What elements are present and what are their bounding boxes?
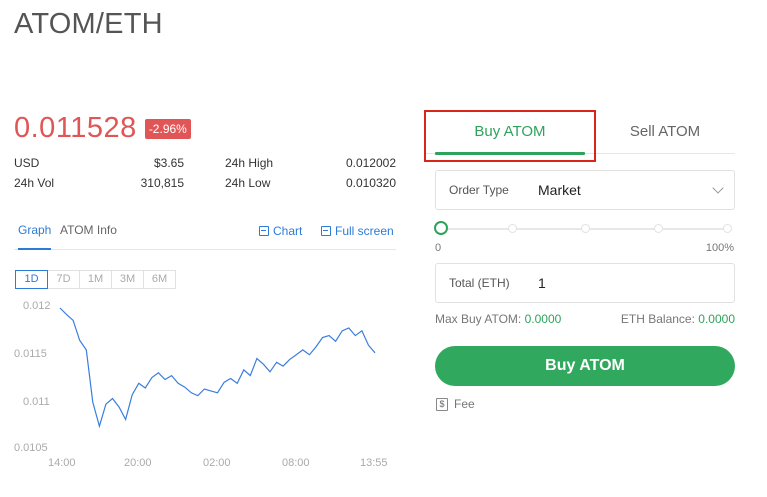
slider-handle[interactable] [434, 221, 448, 235]
range-1d[interactable]: 1D [15, 270, 48, 289]
eth-balance-label: ETH Balance: [620, 312, 695, 326]
vol-label: 24h Vol [14, 176, 55, 190]
price-row: 0.011528 -2.96% [14, 112, 191, 145]
x-tick-label: 02:00 [203, 457, 231, 469]
order-type-select[interactable]: Order Type Market [435, 170, 735, 210]
pair-title: ATOM/ETH [14, 8, 163, 40]
x-tick-label: 20:00 [124, 457, 152, 469]
eth-balance-value: 0.0000 [698, 312, 735, 326]
slider-step[interactable] [654, 224, 663, 233]
highlight-box [424, 110, 596, 162]
fee-label: Fee [454, 397, 475, 411]
slider-max-label: 100% [705, 242, 734, 254]
usd-value: $3.65 [153, 156, 184, 170]
low-label: 24h Low [225, 176, 271, 190]
fullscreen-link[interactable]: Full screen [321, 224, 394, 238]
range-selector: 1D 7D 1M 3M 6M [15, 270, 176, 289]
chart-link-label: Chart [273, 224, 303, 238]
max-buy-label: Max Buy ATOM: [435, 312, 522, 326]
slider-min-label: 0 [435, 242, 442, 254]
order-type-label: Order Type [449, 183, 509, 197]
price-chart[interactable] [0, 295, 400, 460]
x-tick-label: 08:00 [282, 457, 310, 469]
balance-line: Max Buy ATOM: 0.0000 ETH Balance: 0.0000 [435, 312, 735, 326]
chart-icon [259, 226, 269, 236]
total-input[interactable]: Total (ETH) 1 [435, 263, 735, 303]
order-type-value: Market [538, 182, 581, 198]
slider-step[interactable] [581, 224, 590, 233]
chart-link[interactable]: Chart [259, 224, 302, 238]
vol-value: 310,815 [140, 176, 184, 190]
slider-step[interactable] [723, 224, 732, 233]
high-value: 0.012002 [345, 156, 396, 170]
usd-label: USD [14, 156, 40, 170]
fullscreen-link-label: Full screen [335, 224, 394, 238]
chevron-down-icon [712, 182, 724, 194]
slider-step[interactable] [508, 224, 517, 233]
range-7d[interactable]: 7D [47, 270, 80, 289]
tab-graph[interactable]: Graph [18, 222, 52, 250]
total-label: Total (ETH) [449, 276, 510, 290]
price-series-line [59, 307, 376, 429]
x-tick-label: 14:00 [48, 457, 76, 469]
range-6m[interactable]: 6M [143, 270, 176, 289]
change-badge: -2.96% [144, 118, 191, 139]
range-3m[interactable]: 3M [111, 270, 144, 289]
range-1m[interactable]: 1M [79, 270, 112, 289]
high-label: 24h High [225, 156, 274, 170]
tab-atom-info[interactable]: ATOM Info [60, 222, 117, 250]
max-buy-value: 0.0000 [524, 312, 562, 326]
buy-atom-button[interactable]: Buy ATOM [435, 346, 735, 386]
tab-sell-atom[interactable]: Sell ATOM [595, 110, 735, 154]
total-value[interactable]: 1 [538, 275, 546, 291]
fee-link[interactable]: $ Fee [436, 397, 475, 411]
fullscreen-icon [321, 226, 331, 236]
last-price: 0.011528 [14, 112, 137, 144]
amount-slider[interactable] [434, 221, 732, 235]
low-value: 0.010320 [345, 176, 396, 190]
dollar-icon: $ [436, 397, 448, 411]
market-stats: USD $3.65 24h High 0.012002 24h Vol 310,… [14, 156, 396, 196]
x-tick-label: 13:55 [360, 457, 388, 469]
graph-tabs: Graph ATOM Info Chart Full screen [14, 222, 396, 250]
eth-balance: ETH Balance: 0.0000 [621, 312, 735, 326]
